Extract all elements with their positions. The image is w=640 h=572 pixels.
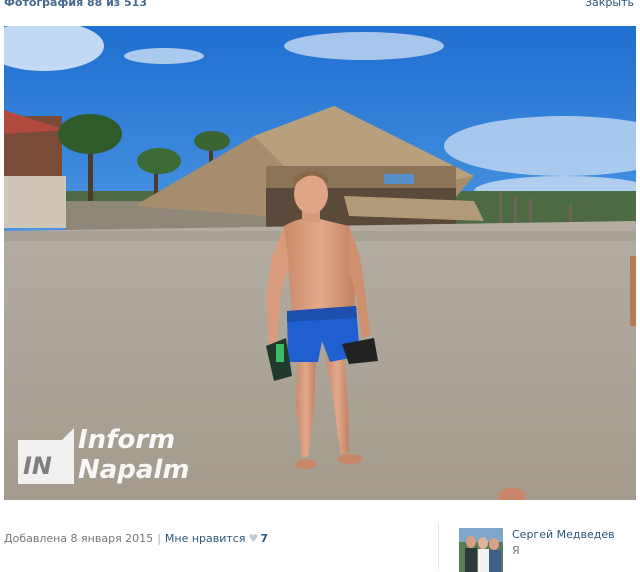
like-button[interactable]: Мне нравится ♥ 7: [165, 532, 268, 545]
inform-napalm-logo-icon: IN: [18, 428, 74, 484]
photo-meta: Добавлена 8 января 2015 | Мне нравится ♥ 7: [4, 532, 268, 545]
photo-image[interactable]: IN Inform Napalm: [4, 26, 636, 500]
heart-icon: ♥: [248, 532, 259, 545]
owner-avatar-image: [459, 528, 503, 572]
like-count: 7: [260, 532, 269, 545]
owner-avatar[interactable]: [459, 528, 503, 572]
photo-viewer-header: Фотография 88 из 513 Закрыть: [0, 0, 640, 14]
added-date: Добавлена 8 января 2015: [4, 532, 154, 545]
photo-counter: Фотография 88 из 513: [4, 0, 147, 9]
watermark-line-2: Napalm: [78, 455, 190, 485]
watermark-badge: IN: [23, 452, 52, 480]
photo-info-footer: Добавлена 8 января 2015 | Мне нравится ♥ 7 С…: [0, 520, 640, 572]
watermark-line-1: Inform: [78, 425, 176, 455]
like-label: Мне нравится: [164, 532, 246, 545]
owner-caption: Я: [512, 544, 520, 557]
close-link[interactable]: Закрыть: [585, 0, 634, 9]
separator: |: [157, 532, 161, 545]
owner-name-link[interactable]: Сергей Медведев: [512, 528, 615, 541]
footer-divider: [438, 522, 439, 570]
